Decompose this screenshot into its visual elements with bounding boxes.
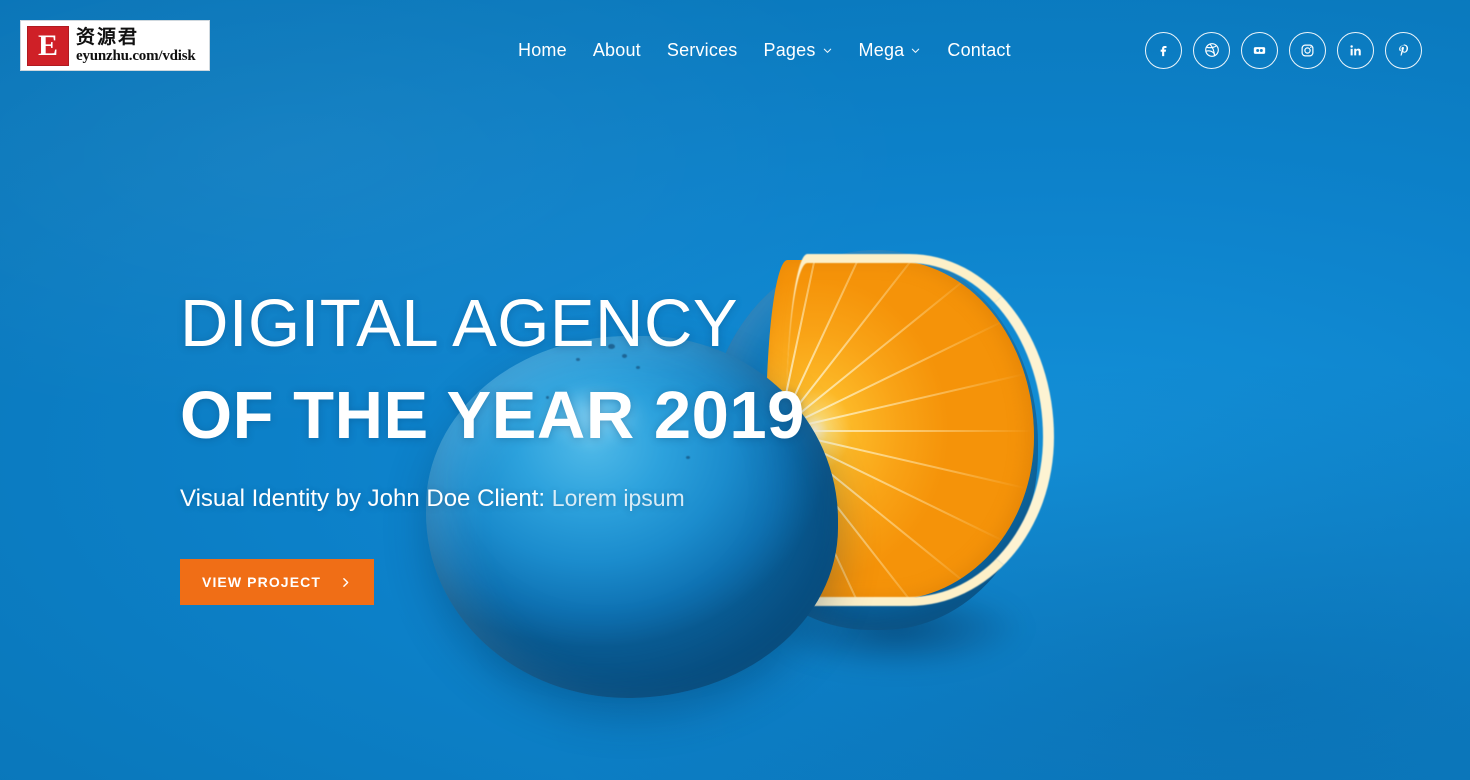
hero-headline-line1: DIGITAL AGENCY [180,286,739,361]
view-project-button[interactable]: VIEW PROJECT [180,559,374,605]
nav-item-label: Contact [947,39,1011,60]
site-logo-watermark[interactable]: E 资源君 eyunzhu.com/vdisk [20,20,210,71]
fruit-shadow-front [428,590,828,700]
hero-section: E 资源君 eyunzhu.com/vdisk Home About Service… [0,0,1470,780]
hero-subtitle-muted: Lorem ipsum [551,485,685,511]
nav-item-contact[interactable]: Contact [934,40,1023,61]
social-link-facebook[interactable] [1145,31,1182,69]
instagram-icon [1299,42,1316,59]
social-link-dribbble[interactable] [1193,31,1230,69]
nav-item-label: Home [518,39,567,60]
nav-item-label: Services [666,39,738,60]
social-link-flickr[interactable] [1241,31,1278,69]
primary-navigation: Home About Services Pages Mega Contact [505,0,1024,100]
nav-item-label: About [592,39,641,60]
logo-mark-letter: E [37,28,58,62]
linkedin-icon [1347,42,1364,59]
logo-text-block: 资源君 eyunzhu.com/vdisk [76,25,196,65]
logo-url-text: eyunzhu.com/vdisk [76,47,196,64]
nav-item-services[interactable]: Services [654,40,751,61]
flickr-icon [1251,42,1268,59]
social-link-linkedin[interactable] [1337,31,1374,69]
hero-subtitle-strong: Visual Identity by John Doe Client: [180,485,546,512]
chevron-down-icon [910,45,921,56]
chevron-down-icon [822,45,833,56]
nav-item-pages[interactable]: Pages [751,40,846,61]
nav-item-about[interactable]: About [580,40,654,61]
nav-item-label: Pages [763,39,816,60]
hero-content: DIGITAL AGENCY OF THE YEAR 2019 Visual I… [180,285,1040,605]
facebook-icon [1155,42,1172,59]
view-project-label: VIEW PROJECT [202,574,321,590]
social-link-instagram[interactable] [1289,31,1326,69]
social-links [1145,0,1422,100]
nav-item-label: Mega [858,39,905,60]
chevron-right-icon [339,576,352,589]
social-link-pinterest[interactable] [1385,31,1422,69]
hero-subtitle: Visual Identity by John Doe Client: Lore… [180,483,1040,514]
site-header: E 资源君 eyunzhu.com/vdisk Home About Service… [0,0,1470,100]
dribbble-icon [1203,41,1221,59]
logo-chinese-text: 资源君 [76,25,140,48]
logo-e-mark: E [27,25,69,66]
hero-headline-line2: OF THE YEAR 2019 [180,378,805,453]
nav-item-mega[interactable]: Mega [846,40,935,61]
nav-item-home[interactable]: Home [505,40,580,61]
pinterest-icon [1395,42,1412,59]
